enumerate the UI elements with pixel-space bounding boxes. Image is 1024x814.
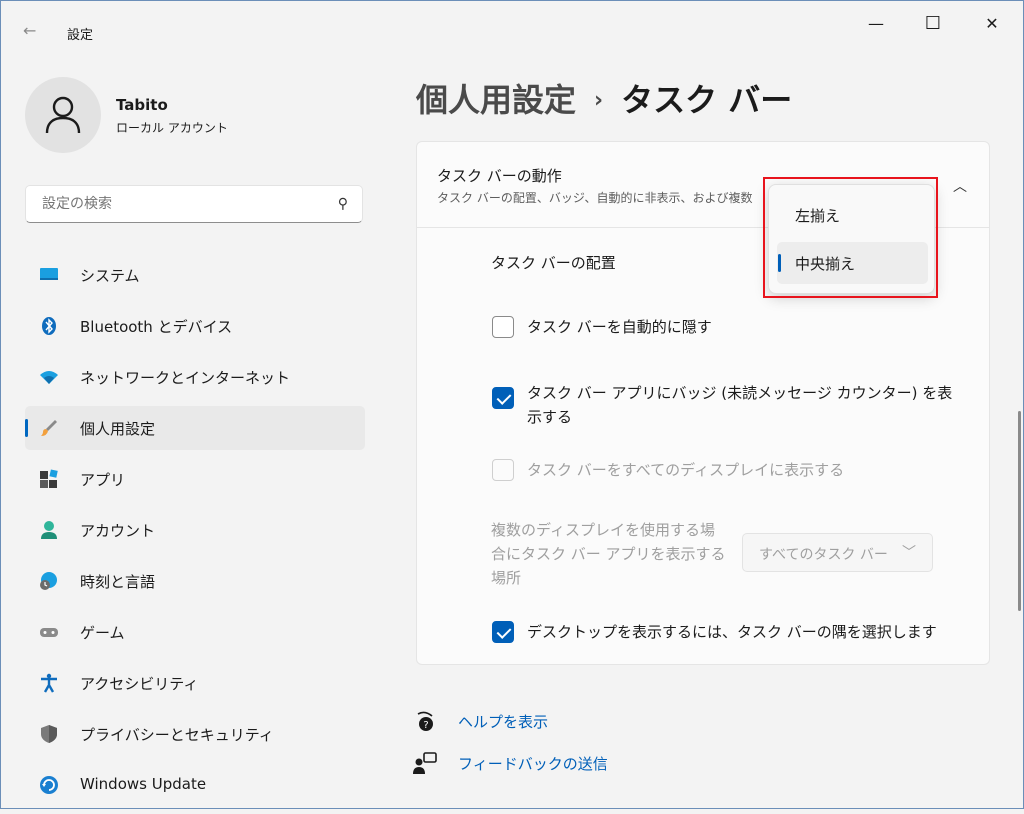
scrollbar[interactable] — [1018, 411, 1021, 611]
dropdown-value: すべてのタスク バー — [759, 547, 888, 563]
feedback-icon — [413, 752, 437, 774]
all-displays-label: タスク バーをすべてのディスプレイに表示する — [527, 461, 845, 479]
sidebar-item-label: アプリ — [80, 471, 126, 489]
feedback-link-text[interactable]: フィードバックの送信 — [458, 753, 608, 774]
setting-row-autohide[interactable]: タスク バーを自動的に隠す — [416, 294, 990, 360]
sidebar-item-windows-update[interactable]: Windows Update — [25, 763, 365, 807]
sidebar-item-label: プライバシーとセキュリティ — [80, 726, 274, 744]
corner-checkbox[interactable] — [492, 621, 514, 643]
badges-label-line1: タスク バー アプリにバッジ (未読メッセージ カウンター) を表 — [527, 384, 953, 402]
search-input[interactable] — [40, 195, 324, 213]
sidebar-item-label: 個人用設定 — [80, 420, 156, 438]
sidebar-item-privacy[interactable]: プライバシーとセキュリティ — [25, 712, 365, 756]
multi-display-label-line3: 場所 — [491, 569, 522, 587]
corner-label: デスクトップを表示するには、タスク バーの隅を選択します — [527, 623, 937, 641]
wifi-icon — [40, 371, 58, 384]
multi-display-label-line2: 合にタスク バー アプリを表示する — [491, 545, 726, 563]
user-name: Tabito — [116, 96, 168, 114]
user-icon — [45, 96, 81, 134]
shield-icon — [41, 725, 57, 743]
sidebar-item-label: アカウント — [80, 522, 156, 540]
minimize-button[interactable]: — — [853, 11, 899, 37]
app-title: 設定 — [67, 28, 94, 43]
sidebar-item-accessibility[interactable]: アクセシビリティ — [25, 661, 365, 705]
help-icon: ? — [417, 711, 433, 731]
account-type: ローカル アカウント — [116, 121, 228, 135]
bluetooth-icon — [42, 317, 56, 335]
update-icon — [40, 776, 58, 794]
sidebar-item-bluetooth[interactable]: Bluetooth とデバイス — [25, 304, 365, 348]
sidebar-item-label: システム — [80, 267, 140, 285]
chevron-up-icon[interactable]: ︿ — [953, 176, 967, 196]
section-title: タスク バーの動作 — [437, 167, 562, 185]
sidebar-item-system[interactable]: システム — [25, 253, 365, 297]
sidebar-item-gaming[interactable]: ゲーム — [25, 610, 365, 654]
sidebar-item-accounts[interactable]: アカウント — [25, 508, 365, 552]
account-icon — [41, 521, 57, 539]
multi-display-dropdown: すべてのタスク バー ﹀ — [742, 533, 933, 572]
search-icon[interactable]: ⚲ — [338, 196, 348, 212]
back-arrow-icon[interactable]: ← — [23, 21, 36, 40]
sidebar-nav: システム Bluetooth とデバイス ネットワークとインターネット 個人用設… — [25, 253, 365, 814]
setting-row-badges[interactable]: タスク バー アプリにバッジ (未読メッセージ カウンター) を表 示する — [416, 359, 990, 439]
section-subtitle: タスク バーの配置、バッジ、自動的に非表示、および複数 — [437, 191, 753, 205]
autohide-checkbox[interactable] — [492, 316, 514, 338]
help-link-text[interactable]: ヘルプを表示 — [458, 711, 548, 732]
setting-row-all-displays: タスク バーをすべてのディスプレイに表示する — [416, 438, 990, 504]
breadcrumb-parent[interactable]: 個人用設定 — [416, 81, 576, 119]
search-box[interactable]: ⚲ — [25, 185, 363, 223]
sidebar-item-label: ゲーム — [80, 624, 125, 642]
title-bar: ← 設定 — ☐ ✕ — [1, 1, 1023, 45]
sidebar-item-label: アクセシビリティ — [80, 675, 199, 693]
alignment-label: タスク バーの配置 — [491, 254, 616, 272]
display-icon — [40, 268, 58, 280]
accessibility-icon — [41, 673, 57, 693]
sidebar-item-personalization[interactable]: 個人用設定 — [25, 406, 365, 450]
sidebar-item-apps[interactable]: アプリ — [25, 457, 365, 501]
settings-window: ← 設定 — ☐ ✕ Tabito ローカル アカウント ⚲ システム Blue… — [0, 0, 1024, 809]
breadcrumb: 個人用設定 › タスク バー — [416, 75, 792, 121]
svg-text:?: ? — [423, 720, 428, 731]
close-button[interactable]: ✕ — [969, 11, 1015, 37]
globe-clock-icon — [40, 572, 57, 590]
autohide-label: タスク バーを自動的に隠す — [527, 318, 712, 336]
multi-display-label-line1: 複数のディスプレイを使用する場 — [491, 521, 715, 539]
sidebar-item-label: ネットワークとインターネット — [80, 369, 291, 387]
gamepad-icon — [40, 628, 58, 637]
sidebar-item-label: Windows Update — [80, 775, 207, 793]
sidebar-item-label: Bluetooth とデバイス — [80, 318, 233, 336]
avatar[interactable] — [25, 77, 101, 153]
breadcrumb-separator: › — [594, 88, 604, 113]
sidebar-item-network[interactable]: ネットワークとインターネット — [25, 355, 365, 399]
sidebar-item-time-language[interactable]: 時刻と言語 — [25, 559, 365, 603]
apps-icon — [40, 469, 58, 488]
page-title: タスク バー — [621, 81, 793, 119]
sidebar-item-label: 時刻と言語 — [80, 573, 156, 591]
badges-label-line2: 示する — [527, 408, 573, 426]
chevron-down-icon: ﹀ — [902, 545, 916, 561]
selection-indicator — [25, 419, 28, 437]
paintbrush-icon — [41, 420, 57, 436]
all-displays-checkbox — [492, 459, 514, 481]
setting-row-corner[interactable]: デスクトップを表示するには、タスク バーの隅を選択します — [416, 600, 990, 665]
badges-checkbox[interactable] — [492, 387, 514, 409]
maximize-button[interactable]: ☐ — [910, 11, 956, 37]
highlight-box — [763, 177, 938, 298]
